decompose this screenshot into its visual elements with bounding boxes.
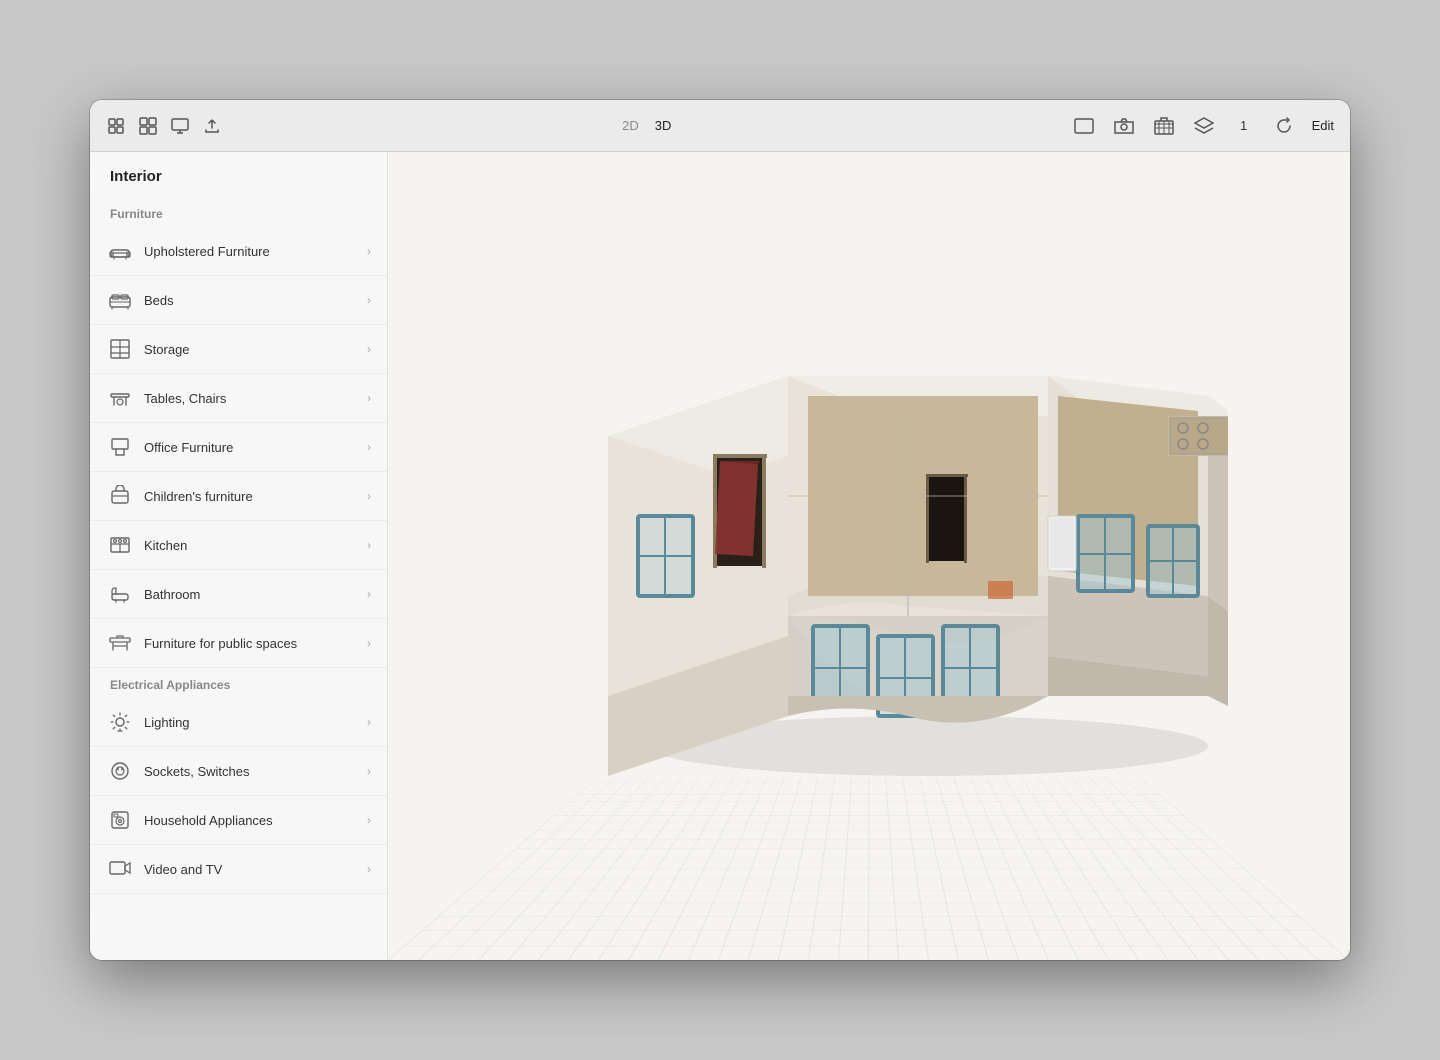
monitor-icon[interactable] xyxy=(170,116,190,136)
sofa-icon xyxy=(106,237,134,265)
building-icon[interactable] xyxy=(1152,114,1176,138)
kitchen-icon xyxy=(106,531,134,559)
sidebar-item-storage[interactable]: Storage › xyxy=(90,325,387,374)
section-header-electrical: Electrical Appliances xyxy=(90,668,387,698)
tables-label: Tables, Chairs xyxy=(144,391,367,406)
sidebar-item-lighting[interactable]: Lighting › xyxy=(90,698,387,747)
view-3d-btn[interactable]: 3D xyxy=(651,116,676,135)
sockets-label: Sockets, Switches xyxy=(144,764,367,779)
lighting-icon xyxy=(106,708,134,736)
bathroom-icon xyxy=(106,580,134,608)
toolbar-center: 2D 3D xyxy=(238,116,1056,135)
chevron-icon: › xyxy=(367,636,371,650)
chevron-icon: › xyxy=(367,813,371,827)
office-label: Office Furniture xyxy=(144,440,367,455)
upholstered-label: Upholstered Furniture xyxy=(144,244,367,259)
chevron-icon: › xyxy=(367,764,371,778)
chevron-icon: › xyxy=(367,715,371,729)
video-label: Video and TV xyxy=(144,862,367,877)
sidebar-item-household[interactable]: Household Appliances › xyxy=(90,796,387,845)
storage-icon xyxy=(106,335,134,363)
toolbar-right: 1 Edit xyxy=(1072,114,1334,138)
toolbar-left xyxy=(106,116,222,136)
canvas-3d[interactable] xyxy=(388,152,1350,960)
office-icon xyxy=(106,433,134,461)
childrens-label: Children's furniture xyxy=(144,489,367,504)
sidebar-item-beds[interactable]: Beds › xyxy=(90,276,387,325)
sidebar-title: Interior xyxy=(90,152,387,197)
view-mode-toggle: 2D 3D xyxy=(618,116,675,135)
chevron-icon: › xyxy=(367,391,371,405)
public-icon xyxy=(106,629,134,657)
chevron-icon: › xyxy=(367,293,371,307)
sidebar-item-kitchen[interactable]: Kitchen › xyxy=(90,521,387,570)
lighting-label: Lighting xyxy=(144,715,367,730)
floor-grid xyxy=(388,777,1350,960)
camera-icon[interactable] xyxy=(1112,114,1136,138)
video-icon xyxy=(106,855,134,883)
public-label: Furniture for public spaces xyxy=(144,636,367,651)
sidebar-item-sockets[interactable]: Sockets, Switches › xyxy=(90,747,387,796)
layers-count: 1 xyxy=(1232,114,1256,138)
storage-label: Storage xyxy=(144,342,367,357)
beds-label: Beds xyxy=(144,293,367,308)
table-icon xyxy=(106,384,134,412)
chevron-icon: › xyxy=(367,538,371,552)
sidebar-item-video[interactable]: Video and TV › xyxy=(90,845,387,894)
section-header-furniture: Furniture xyxy=(90,197,387,227)
edit-button[interactable]: Edit xyxy=(1312,118,1334,133)
household-icon xyxy=(106,806,134,834)
kitchen-label: Kitchen xyxy=(144,538,367,553)
sidebar-item-tables[interactable]: Tables, Chairs › xyxy=(90,374,387,423)
chevron-icon: › xyxy=(367,862,371,876)
chevron-icon: › xyxy=(367,342,371,356)
upload-icon[interactable] xyxy=(202,116,222,136)
bed-icon xyxy=(106,286,134,314)
grid-icon[interactable] xyxy=(138,116,158,136)
sidebar-item-office[interactable]: Office Furniture › xyxy=(90,423,387,472)
sockets-icon xyxy=(106,757,134,785)
title-bar: 2D 3D xyxy=(90,100,1350,152)
chevron-icon: › xyxy=(367,440,371,454)
main-content: Interior Furniture Upholstered Furniture… xyxy=(90,152,1350,960)
layers-icon[interactable] xyxy=(1192,114,1216,138)
sidebar-item-upholstered[interactable]: Upholstered Furniture › xyxy=(90,227,387,276)
children-icon xyxy=(106,482,134,510)
house-svg xyxy=(548,316,1228,796)
household-label: Household Appliances xyxy=(144,813,367,828)
house-3d xyxy=(548,316,1228,796)
chevron-icon: › xyxy=(367,489,371,503)
chevron-icon: › xyxy=(367,244,371,258)
chevron-icon: › xyxy=(367,587,371,601)
bathroom-label: Bathroom xyxy=(144,587,367,602)
sidebar: Interior Furniture Upholstered Furniture… xyxy=(90,152,388,960)
aspect-icon[interactable] xyxy=(1072,114,1096,138)
app-window: 2D 3D xyxy=(90,100,1350,960)
back-icon[interactable] xyxy=(106,116,126,136)
sidebar-item-public[interactable]: Furniture for public spaces › xyxy=(90,619,387,668)
refresh-icon[interactable] xyxy=(1272,114,1296,138)
view-2d-btn[interactable]: 2D xyxy=(618,116,643,135)
sidebar-item-bathroom[interactable]: Bathroom › xyxy=(90,570,387,619)
sidebar-item-childrens[interactable]: Children's furniture › xyxy=(90,472,387,521)
